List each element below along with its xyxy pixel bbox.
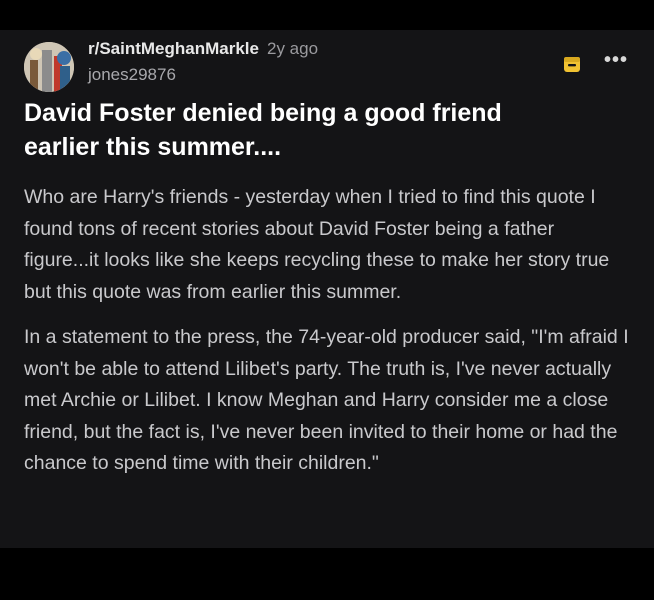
subreddit-name[interactable]: r/SaintMeghanMarkle [88,39,259,58]
post-title[interactable]: David Foster denied being a good friend … [24,96,624,164]
more-options-icon[interactable]: ••• [602,50,630,74]
username[interactable]: jones29876 [88,64,318,86]
subreddit-line: r/SaintMeghanMarkle 2y ago [88,38,318,60]
post-body: Who are Harry's friends - yesterday when… [24,182,634,494]
post-header: r/SaintMeghanMarkle 2y ago jones29876 ••• [24,38,630,92]
post-paragraph-1: Who are Harry's friends - yesterday when… [24,186,610,303]
subreddit-avatar[interactable] [24,42,74,92]
post-card[interactable]: r/SaintMeghanMarkle 2y ago jones29876 •••… [0,30,654,548]
post-title-line-2: earlier this summer.... [24,133,282,161]
post-meta: r/SaintMeghanMarkle 2y ago jones29876 [88,38,318,86]
post-age: 2y ago [267,39,319,58]
mod-archive-icon[interactable] [562,54,582,74]
post-title-line-1: David Foster denied being a good friend [24,99,502,127]
post-paragraph-2: In a statement to the press, the 74-year… [24,326,629,474]
